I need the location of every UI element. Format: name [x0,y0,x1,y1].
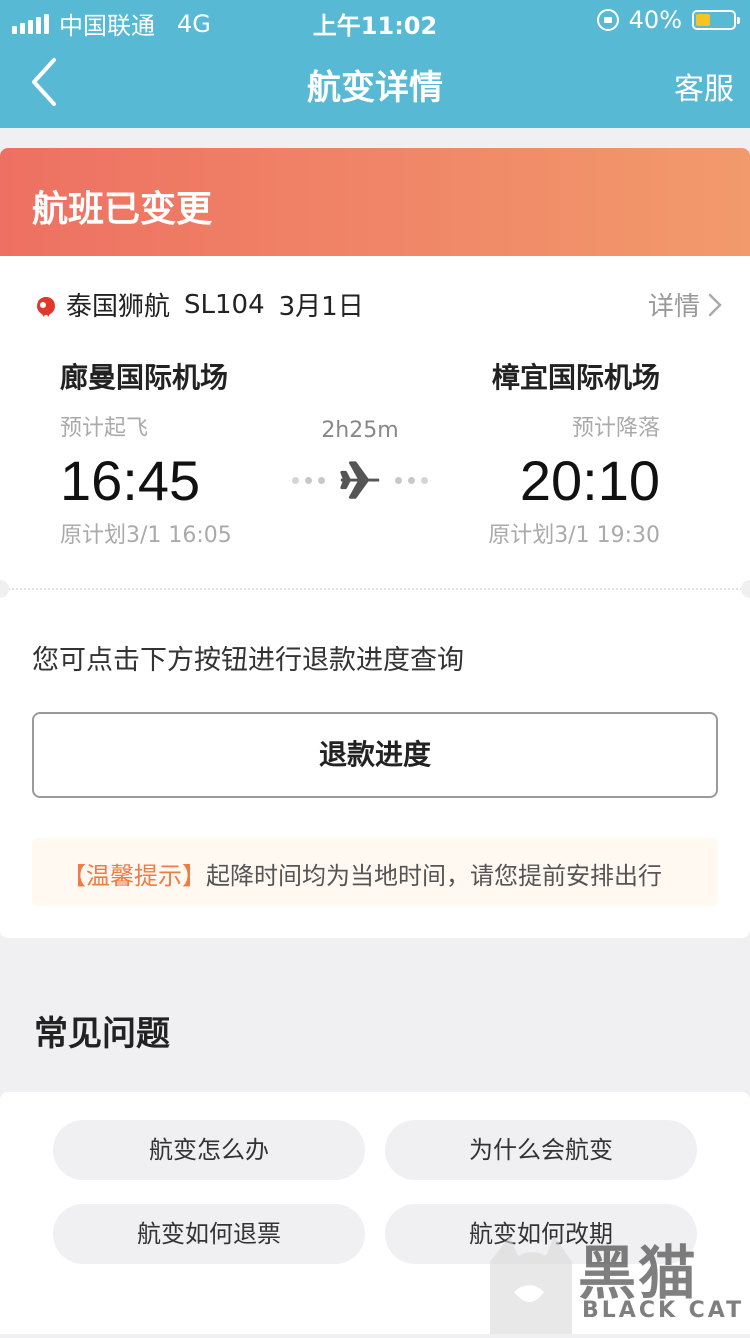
airline-logo-icon [37,296,55,317]
departure-label: 预计起飞 [60,416,149,441]
airplane-icon [340,461,380,499]
customer-service-button[interactable]: 客服 [674,64,734,108]
status-bar: 中国联通 4G 上午11:02 40% [0,0,750,40]
detail-label: 详情 [647,292,700,322]
faq-button-what-to-do[interactable]: 航变怎么办 [53,1120,365,1180]
airline-name: 泰国狮航 [66,292,171,322]
battery-icon [692,10,740,30]
detail-link[interactable]: 详情 [648,286,722,323]
battery-percent: 40% [628,6,682,34]
flight-change-card: 航班已变更 泰国狮航 SL104 3月1日 详情 廊曼国际机场 预计起飞 16:… [0,148,750,938]
duration-block: 2h25m [270,418,450,503]
page-title: 航变详情 [307,68,443,108]
tip-tag: 【温馨提示】 [62,862,206,890]
arrival-block: 樟宜国际机场 预计降落 20:10 原计划3/1 19:30 [488,356,660,549]
arrival-airport: 樟宜国际机场 [491,361,660,394]
departure-original: 原计划3/1 16:05 [60,523,232,548]
faq-button-refund[interactable]: 航变如何退票 [53,1204,365,1264]
nav-bar: 航变详情 客服 [0,40,750,128]
refund-hint: 您可点击下方按钮进行退款进度查询 [32,645,464,676]
battery-level [696,14,710,26]
arrival-original: 原计划3/1 19:30 [488,523,660,548]
change-banner: 航班已变更 [0,148,750,256]
flight-date: 3月1日 [278,292,364,322]
arrival-label: 预计降落 [571,416,660,441]
faq-button-why[interactable]: 为什么会航变 [385,1120,697,1180]
flight-duration: 2h25m [321,418,399,443]
chevron-right-icon [708,293,722,316]
watermark-en: BLACK CAT [582,1298,745,1323]
flight-info-row: 泰国狮航 SL104 3月1日 详情 [32,286,722,323]
faq-title: 常见问题 [34,1014,170,1054]
top-bar: 中国联通 4G 上午11:02 40% 航变详情 客服 [0,0,750,128]
arrival-time: 20:10 [519,449,660,512]
refund-progress-button[interactable]: 退款进度 [32,712,718,798]
departure-time: 16:45 [60,449,201,512]
flight-number: SL104 [184,289,265,320]
dotted-divider [0,588,750,590]
tip-box: 【温馨提示】起降时间均为当地时间，请您提前安排出行 [32,838,718,906]
departure-airport: 廊曼国际机场 [60,361,229,394]
rotation-lock-icon [596,9,619,31]
black-cat-watermark: 黑猫 BLACK CAT [470,1222,750,1334]
departure-block: 廊曼国际机场 预计起飞 16:45 原计划3/1 16:05 [60,356,232,549]
tip-text: 起降时间均为当地时间，请您提前安排出行 [206,862,662,890]
